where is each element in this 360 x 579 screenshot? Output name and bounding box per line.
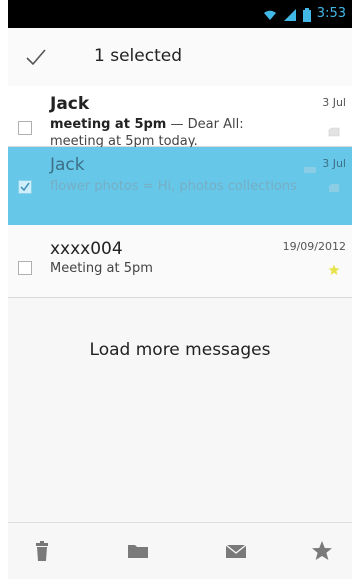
select-checkbox[interactable] [18, 261, 32, 275]
message-subject: meeting at 5pm [50, 117, 167, 132]
message-row[interactable]: xxxx004 19/09/2012 Meeting at 5pm [8, 225, 352, 298]
message-sender: Jack [50, 94, 90, 114]
message-snippet: flower photos = Hi, photos collections– [50, 178, 298, 195]
message-date: 3 Jul [322, 157, 346, 170]
message-subject: Meeting at 5pm [50, 261, 153, 276]
message-row[interactable]: Jack 3 Jul meeting at 5pm — Dear All: me… [8, 86, 352, 150]
star-icon[interactable] [328, 261, 340, 275]
message-separator: — [170, 117, 184, 132]
clock: 3:53 [316, 6, 346, 21]
message-list: Jack 3 Jul meeting at 5pm — Dear All: me… [8, 86, 352, 298]
attachment-icon [328, 178, 340, 192]
message-sender: Jack [50, 155, 85, 175]
action-bar: 1 selected [8, 28, 352, 88]
email-app-screen: 3:53 1 selected Jack 3 Jul meeting at 5p… [8, 0, 352, 579]
message-date: 3 Jul [322, 96, 346, 109]
load-more-button[interactable]: Load more messages [8, 340, 352, 360]
message-preview: Hi, photos collections– [157, 179, 298, 194]
message-subject: flower photos [50, 179, 139, 194]
message-snippet: meeting at 5pm — Dear All: meeting at 5p… [50, 116, 298, 150]
message-separator: = [142, 179, 154, 194]
delete-icon[interactable] [26, 537, 58, 565]
checkmark-icon[interactable] [24, 45, 48, 69]
select-checkbox[interactable] [18, 121, 32, 135]
message-sender: xxxx004 [50, 239, 123, 259]
battery-icon [302, 7, 311, 22]
signal-icon [283, 7, 297, 21]
wifi-icon [263, 7, 277, 21]
message-row-selected[interactable]: Jack 3 Jul flower photos = Hi, photos co… [8, 147, 352, 225]
status-icons: 3:53 [263, 6, 346, 22]
mark-read-icon[interactable] [220, 537, 252, 565]
status-bar: 3:53 [8, 0, 352, 28]
selection-count: 1 selected [94, 46, 182, 66]
message-date: 19/09/2012 [282, 240, 346, 253]
star-icon[interactable] [306, 537, 338, 565]
attachment-icon [328, 122, 340, 137]
select-checkbox[interactable] [18, 180, 32, 194]
move-to-folder-icon[interactable] [122, 537, 154, 565]
bottom-action-bar [8, 522, 352, 579]
attachment-indicator-icon [304, 159, 316, 173]
